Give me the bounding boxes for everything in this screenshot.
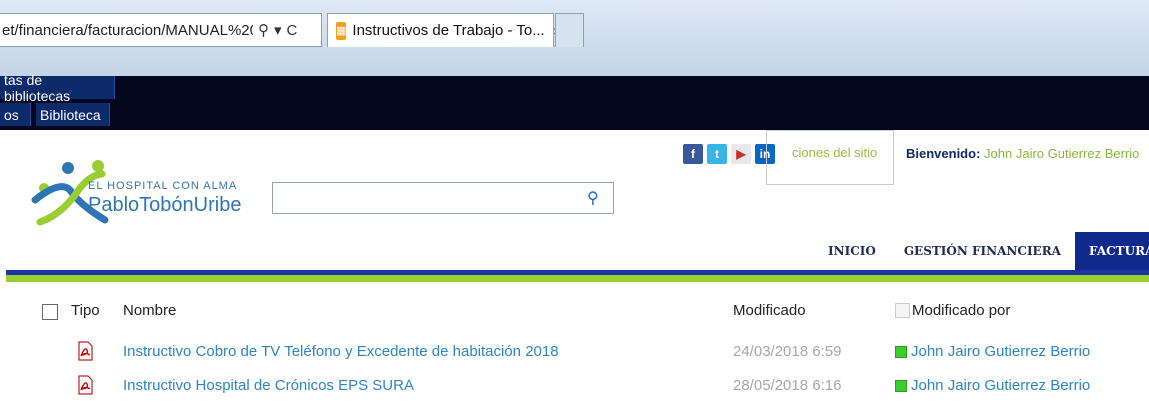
nav-gestion-financiera[interactable]: GESTIÓN FINANCIERA: [890, 232, 1075, 270]
nav-inicio[interactable]: INICIO: [814, 232, 890, 270]
browser-toolbar: et/financiera/facturacion/MANUAL%20DI ⚲ …: [0, 0, 1149, 76]
presence-status-icon: [895, 380, 907, 392]
top-navigation: INICIO GESTIÓN FINANCIERA FACTURACIÓN: [814, 232, 1149, 270]
refresh-icon[interactable]: C: [287, 22, 298, 39]
nav-facturacion[interactable]: FACTURACIÓN: [1075, 232, 1149, 270]
logo-name: PabloTobónUribe: [88, 194, 242, 216]
modified-by-link[interactable]: John Jairo Gutierrez Berrio: [911, 377, 1090, 394]
document-link[interactable]: Instructivo Cobro de TV Teléfono y Exced…: [123, 343, 559, 360]
header-divider-green: [6, 275, 1149, 282]
pdf-file-icon: [78, 375, 93, 395]
ribbon-tab-library[interactable]: Biblioteca: [36, 103, 110, 126]
ribbon-tab-documents[interactable]: os: [0, 103, 31, 126]
address-bar[interactable]: et/financiera/facturacion/MANUAL%20DI ⚲ …: [0, 13, 322, 47]
sharepoint-ribbon: tas de bibliotecas os Biblioteca: [0, 72, 1149, 130]
page: et/financiera/facturacion/MANUAL%20DI ⚲ …: [0, 0, 1149, 404]
welcome-user[interactable]: John Jairo Gutierrez Berrio: [984, 146, 1139, 161]
table-row[interactable]: Instructivo Cobro de TV Teléfono y Exced…: [0, 338, 1149, 368]
site-header: EL HOSPITAL CON ALMA PabloTobónUribe ⚲ f…: [0, 130, 1149, 270]
ribbon-tab-library-tools[interactable]: tas de bibliotecas: [0, 72, 115, 104]
select-all-checkbox[interactable]: [42, 304, 58, 320]
presence-status-icon: [895, 346, 907, 358]
facebook-icon[interactable]: f: [683, 144, 703, 164]
document-list-header: Tipo Nombre Modificado Modificado por: [0, 298, 1149, 328]
new-tab-button[interactable]: [555, 13, 584, 47]
welcome-text: Bienvenido: John Jairo Gutierrez Berrio: [906, 146, 1139, 161]
column-header-tipo[interactable]: Tipo: [71, 302, 100, 319]
dropdown-arrow-icon[interactable]: ▾: [274, 21, 282, 39]
search-icon[interactable]: ⚲: [258, 21, 269, 39]
pdf-file-icon: [78, 341, 93, 361]
search-icon[interactable]: ⚲: [587, 188, 607, 208]
site-search-input[interactable]: ⚲: [272, 182, 614, 214]
youtube-icon[interactable]: ▶: [731, 144, 751, 164]
address-text[interactable]: et/financiera/facturacion/MANUAL%20DI: [0, 22, 253, 39]
welcome-label: Bienvenido:: [906, 146, 981, 161]
logo-tagline: EL HOSPITAL CON ALMA: [88, 180, 238, 192]
document-link[interactable]: Instructivo Hospital de Crónicos EPS SUR…: [123, 377, 414, 394]
column-header-nombre[interactable]: Nombre: [123, 302, 176, 319]
twitter-icon[interactable]: t: [707, 144, 727, 164]
social-links: f t ▶ in: [683, 144, 775, 164]
browser-tab-active[interactable]: ▦ Instructivos de Trabajo - To... ×: [327, 13, 561, 47]
tab-title: Instructivos de Trabajo - To...: [352, 22, 545, 39]
table-row[interactable]: Instructivo Hospital de Crónicos EPS SUR…: [0, 372, 1149, 402]
site-favicon-icon: ▦: [336, 21, 347, 40]
column-header-modificado[interactable]: Modificado: [733, 302, 806, 319]
column-header-modificado-por[interactable]: Modificado por: [912, 302, 1010, 319]
presence-header-icon: [895, 303, 910, 318]
modified-date: 24/03/2018 6:59: [733, 343, 842, 360]
site-actions-menu[interactable]: ciones del sitio: [766, 130, 894, 185]
modified-date: 28/05/2018 6:16: [733, 377, 842, 394]
modified-by-link[interactable]: John Jairo Gutierrez Berrio: [911, 343, 1090, 360]
